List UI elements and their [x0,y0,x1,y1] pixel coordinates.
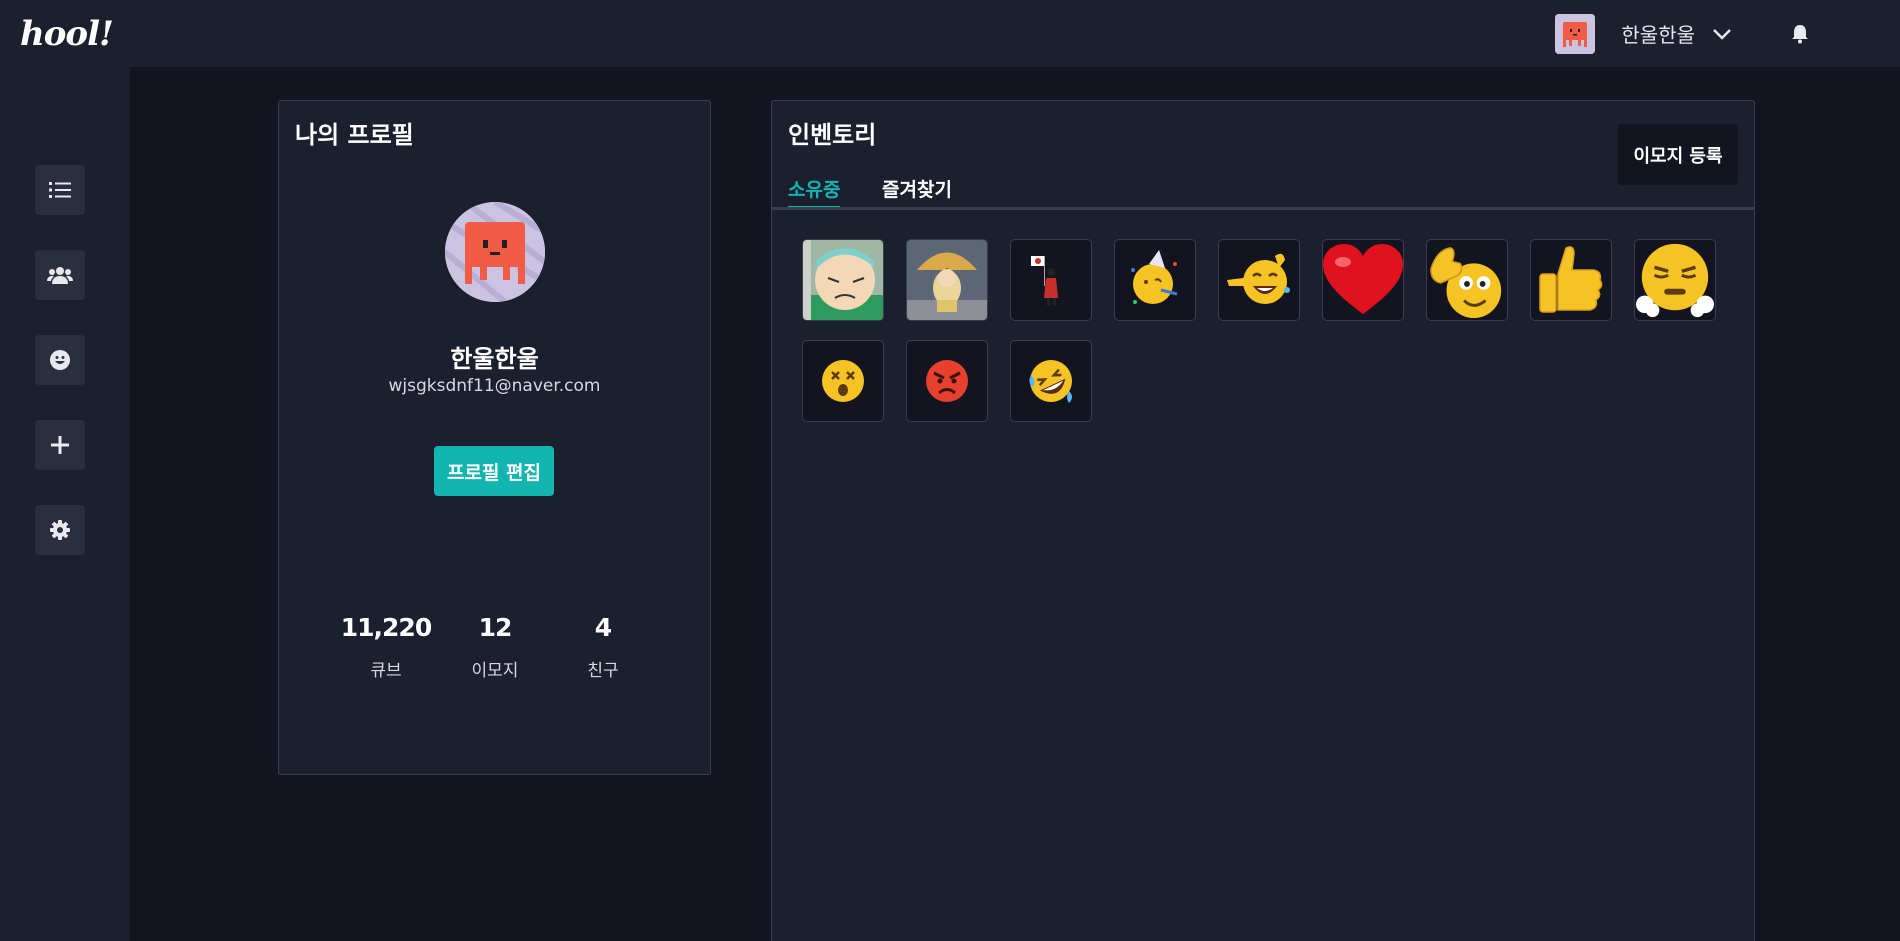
emoji-tile[interactable] [1634,239,1716,321]
stat-emojis: 12 이모지 [440,613,550,681]
users-icon [47,267,73,284]
top-bar: hool! 한울한울 [0,0,1900,67]
thumbs-up-face-emoji [1430,247,1502,319]
party-face-emoji [1131,250,1178,304]
sidebar-item-list[interactable] [35,165,85,215]
emoji-tile[interactable] [1010,239,1092,321]
smile-icon [50,350,70,370]
emoji-tile[interactable] [1530,239,1612,321]
emoji-tile[interactable] [802,340,884,422]
sidebar-item-settings[interactable] [35,505,85,555]
stat-friends: 4 친구 [548,613,658,681]
stat-value: 12 [478,613,513,642]
register-emoji-button[interactable]: 이모지 등록 [1618,124,1738,185]
plus-icon [51,436,69,454]
steaming-face-emoji [1635,243,1715,318]
inventory-panel: 인벤토리 이모지 등록 소유중 즐겨찾기 [771,100,1755,941]
emoji-tile[interactable] [906,239,988,321]
profile-panel: 나의 프로필 한울한울 wjsgksdnf11@naver.com 프로필 편집… [278,100,711,775]
cartoon-umbrella-emoji [907,240,987,320]
laughing-pointing-emoji [1227,253,1290,304]
header-avatar[interactable] [1555,13,1596,54]
flag-figure-emoji [1031,256,1058,306]
emoji-tile[interactable] [1426,239,1508,321]
list-icon [49,182,71,198]
sidebar-item-friends[interactable] [35,250,85,300]
sidebar [0,67,130,941]
profile-title: 나의 프로필 [295,121,414,149]
tab-divider [772,207,1754,210]
emoji-tile[interactable] [1010,340,1092,422]
stat-value: 11,220 [340,613,432,642]
emoji-tile[interactable] [1114,239,1196,321]
bell-icon[interactable] [1789,22,1811,46]
stat-value: 4 [594,613,612,642]
logo-area[interactable]: hool! [0,0,130,67]
tab-favorites[interactable]: 즐겨찾기 [882,175,952,206]
gear-icon [50,520,70,540]
cartoon-grandpa-emoji [803,240,883,320]
stat-cubes: 11,220 큐브 [331,613,441,681]
header-username[interactable]: 한울한울 [1621,19,1695,48]
emoji-tile[interactable] [802,239,884,321]
edit-profile-button[interactable]: 프로필 편집 [434,446,554,496]
profile-name: 한울한울 [450,345,539,373]
emoji-tile[interactable] [1322,239,1404,321]
angry-face-emoji [926,360,968,402]
inventory-title: 인벤토리 [788,121,877,149]
emoji-tile[interactable] [1218,239,1300,321]
chevron-down-icon[interactable] [1711,23,1733,45]
rolling-laughing-emoji [1029,360,1072,403]
profile-email: wjsgksdnf11@naver.com [388,376,601,396]
header-user-area: 한울한울 [1555,0,1900,67]
stat-label: 큐브 [370,661,402,681]
profile-avatar [445,202,545,302]
logo[interactable]: hool! [20,14,114,54]
sidebar-item-emoji[interactable] [35,335,85,385]
tab-owned[interactable]: 소유중 [788,175,841,210]
dizzy-face-emoji [822,360,864,402]
stat-label: 이모지 [471,661,519,681]
red-heart-emoji [1323,244,1403,314]
thumbs-up-emoji [1539,246,1603,313]
emoji-tile[interactable] [906,340,988,422]
sidebar-item-add[interactable] [35,420,85,470]
stat-label: 친구 [587,661,619,681]
